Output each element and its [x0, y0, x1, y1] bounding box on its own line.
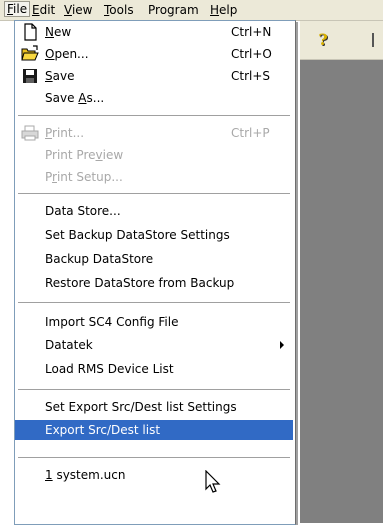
menu-item-label: Print...: [45, 126, 85, 140]
menu-view[interactable]: View: [64, 3, 92, 17]
shortcut-text: Ctrl+N: [231, 25, 272, 39]
menu-item-set-export-settings[interactable]: Set Export Src/Dest list Settings: [15, 397, 293, 417]
help-icon[interactable]: [316, 31, 330, 49]
menu-item-label: Save: [45, 69, 75, 83]
toolbar: [300, 21, 383, 60]
menu-item-import-sc4[interactable]: Import SC4 Config File: [15, 312, 293, 332]
menu-item-label: Set Export Src/Dest list Settings: [45, 400, 237, 414]
menu-item-label: Import SC4 Config File: [45, 315, 179, 329]
printer-icon: [21, 125, 39, 141]
menu-item-export-src-dest[interactable]: Export Src/Dest list: [15, 420, 293, 440]
open-folder-icon: [21, 45, 39, 61]
menu-separator: [18, 457, 290, 458]
toolbar-button-edge[interactable]: [372, 33, 374, 47]
menu-item-new[interactable]: New Ctrl+N: [15, 22, 293, 42]
shortcut-text: Ctrl+O: [231, 47, 272, 61]
shortcut-text: Ctrl+S: [231, 69, 271, 83]
menu-item-label: Load RMS Device List: [45, 362, 174, 376]
submenu-arrow-icon: [280, 341, 284, 349]
menu-item-label: Data Store...: [45, 204, 121, 218]
workspace-area: [300, 60, 383, 523]
menu-edit[interactable]: Edit: [32, 3, 55, 17]
menu-item-label: Export Src/Dest list: [45, 423, 161, 437]
menu-separator: [18, 302, 290, 303]
menu-item-print: Print... Ctrl+P: [15, 123, 293, 143]
menu-item-save[interactable]: Save Ctrl+S: [15, 66, 293, 86]
menu-item-label: Datatek: [45, 338, 93, 352]
menu-item-label: New: [45, 25, 72, 39]
menu-item-open[interactable]: Open... Ctrl+O: [15, 44, 293, 64]
menu-item-label: Save As...: [45, 91, 105, 105]
menu-item-load-rms[interactable]: Load RMS Device List: [15, 359, 293, 379]
menu-file[interactable]: File: [4, 1, 31, 17]
file-menu-dropdown: New Ctrl+N Open... Ctrl+O Save Ctrl+S Sa…: [14, 20, 296, 525]
menu-item-label: Print Setup...: [45, 170, 123, 184]
menu-item-backup-datastore[interactable]: Backup DataStore: [15, 249, 293, 269]
menu-item-data-store[interactable]: Data Store...: [15, 201, 293, 221]
menu-item-label: Set Backup DataStore Settings: [45, 228, 230, 242]
save-disk-icon: [23, 69, 37, 83]
menu-program[interactable]: Program: [148, 3, 199, 17]
menu-item-label: 1 system.ucn: [45, 468, 126, 482]
menu-item-restore-datastore[interactable]: Restore DataStore from Backup: [15, 273, 293, 293]
menu-item-datatek[interactable]: Datatek: [15, 335, 293, 355]
menu-item-set-backup-settings[interactable]: Set Backup DataStore Settings: [15, 225, 293, 245]
menu-item-print-setup: Print Setup...: [15, 167, 293, 187]
menu-item-label: Open...: [45, 47, 89, 61]
menu-tools[interactable]: Tools: [104, 3, 134, 17]
new-document-icon: [24, 23, 37, 41]
menu-separator: [18, 115, 290, 116]
mouse-cursor-icon: [205, 470, 221, 493]
menu-item-print-preview: Print Preview: [15, 145, 293, 165]
menu-item-save-as[interactable]: Save As...: [15, 88, 293, 108]
menu-bar: File Edit View Tools Program Help: [0, 0, 383, 21]
menu-item-recent-file-1[interactable]: 1 system.ucn: [15, 465, 293, 485]
menu-item-label: Backup DataStore: [45, 252, 154, 266]
shortcut-text: Ctrl+P: [231, 126, 270, 140]
menu-item-label: Print Preview: [45, 148, 124, 162]
menu-separator: [18, 389, 290, 390]
menu-item-label: Restore DataStore from Backup: [45, 276, 235, 290]
menu-separator: [18, 193, 290, 194]
menu-help[interactable]: Help: [210, 3, 237, 17]
